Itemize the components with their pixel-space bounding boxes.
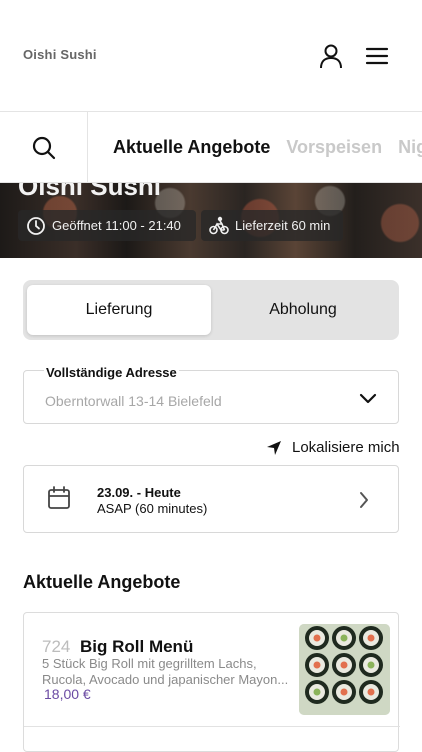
tab-aktuelle-angebote[interactable]: Aktuelle Angebote xyxy=(113,137,270,158)
location-arrow-icon xyxy=(267,440,281,455)
brand-name: Oishi Sushi xyxy=(23,47,97,62)
order-type-toggle: Lieferung Abholung xyxy=(23,280,399,340)
chevron-right-icon xyxy=(360,492,368,508)
product-description: 5 Stück Big Roll mit gegrilltem Lachs, R… xyxy=(42,656,297,688)
bicycle-icon xyxy=(209,216,229,234)
delivery-time-badge: Lieferzeit 60 min xyxy=(201,210,343,241)
address-label: Vollständige Adresse xyxy=(44,365,179,380)
product-price: 18,00 € xyxy=(44,686,91,702)
opening-hours-badge: Geöffnet 11:00 - 21:40 xyxy=(18,210,196,241)
schedule-date: 23.09. - Heute xyxy=(97,485,181,500)
product-number: 724 xyxy=(42,637,71,656)
search-button[interactable] xyxy=(0,112,88,182)
schedule-select[interactable]: 23.09. - Heute ASAP (60 minutes) xyxy=(23,465,399,533)
clock-icon xyxy=(27,216,45,235)
opening-hours-text: Geöffnet 11:00 - 21:40 xyxy=(52,218,181,233)
offers-section-title: Aktuelle Angebote xyxy=(23,572,181,592)
search-icon xyxy=(32,136,55,159)
product-image xyxy=(299,624,390,715)
category-tabs: Aktuelle Angebote Vorspeisen Nigiri xyxy=(113,112,422,182)
divider xyxy=(24,726,400,727)
calendar-icon xyxy=(48,486,70,509)
tab-nigiri[interactable]: Nigiri xyxy=(398,137,422,158)
locate-me-label: Lokalisiere mich xyxy=(292,439,400,456)
product-card[interactable]: 724 Big Roll Menü 5 Stück Big Roll mit g… xyxy=(23,612,400,752)
locate-me-button[interactable]: Lokalisiere mich xyxy=(266,439,400,456)
user-icon[interactable] xyxy=(318,43,344,69)
delivery-option[interactable]: Lieferung xyxy=(27,285,211,335)
restaurant-hero: Oishi Sushi Geöffnet 11:00 - 21:40 Liefe… xyxy=(0,183,422,258)
product-name: Big Roll Menü xyxy=(80,637,194,656)
delivery-time-text: Lieferzeit 60 min xyxy=(235,218,331,233)
category-bar: Aktuelle Angebote Vorspeisen Nigiri xyxy=(0,112,422,183)
pickup-option[interactable]: Abholung xyxy=(211,285,395,335)
chevron-down-icon xyxy=(359,393,377,404)
product-description-line: 5 Stück Big Roll mit gegrilltem Lachs, xyxy=(42,656,257,671)
schedule-time: ASAP (60 minutes) xyxy=(97,501,208,516)
address-value: Oberntorwall 13-14 Bielefeld xyxy=(45,393,222,409)
menu-icon[interactable] xyxy=(364,43,390,69)
hero-title: Oishi Sushi xyxy=(18,183,162,201)
tab-vorspeisen[interactable]: Vorspeisen xyxy=(286,137,382,158)
address-select[interactable]: Vollständige Adresse Oberntorwall 13-14 … xyxy=(23,365,399,424)
app-header: Oishi Sushi xyxy=(0,0,422,112)
